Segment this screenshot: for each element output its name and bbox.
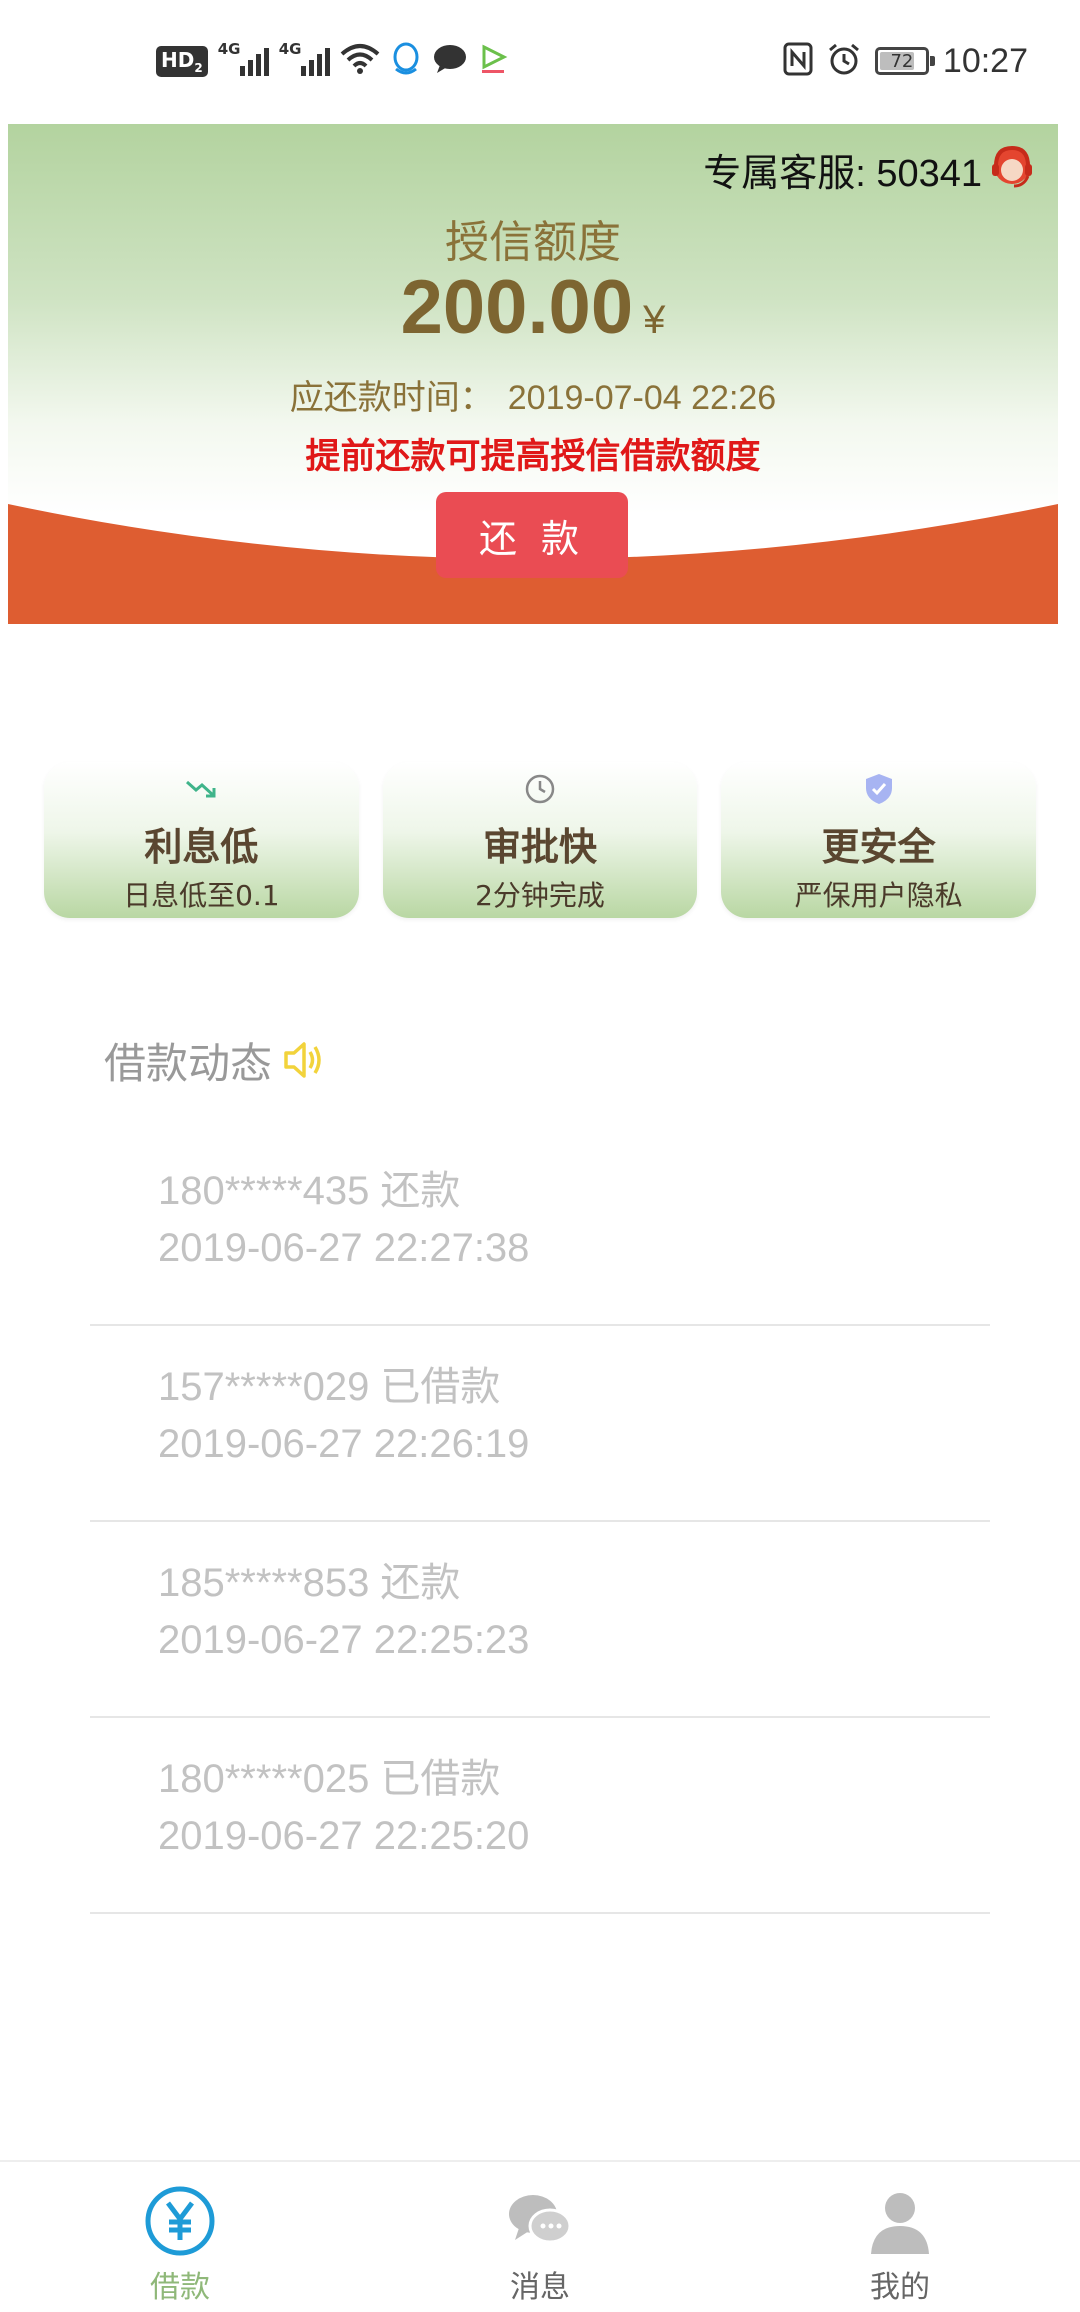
list-item: 180*****435 还款 2019-06-27 22:27:38: [90, 1130, 990, 1326]
qq-icon: [390, 41, 422, 81]
list-item: 180*****025 已借款 2019-06-27 22:25:20: [90, 1718, 990, 1914]
credit-amount-value: 200.00: [400, 265, 634, 350]
feed-item-text: 180*****025 已借款: [158, 1757, 501, 1801]
nfc-icon: [783, 42, 813, 80]
feed-item-time: 2019-06-27 22:26:19: [158, 1422, 530, 1466]
hd-voice-icon: HD2: [156, 45, 208, 77]
customer-service-icon[interactable]: [988, 142, 1036, 192]
person-icon: [871, 2193, 929, 2254]
feed-item-time: 2019-06-27 22:25:20: [158, 1814, 530, 1858]
credit-hero-banner: 专属客服: 50341 授信额度 200.00 ¥ 应还款时间： 2019-07-0…: [8, 124, 1058, 624]
video-app-icon: [478, 43, 508, 79]
battery-icon: 72: [874, 47, 935, 75]
promo-text: 提前还款可提高授信借款额度: [305, 437, 761, 477]
trend-down-icon: [186, 780, 216, 798]
currency-symbol: ¥: [643, 298, 666, 342]
tab-label: 消息: [510, 2270, 570, 2305]
feature-title: 利息低: [144, 825, 259, 869]
feature-subtitle: 严保用户隐私: [794, 879, 963, 912]
feature-subtitle: 日息低至0.1: [123, 879, 280, 912]
due-date-value: 2019-07-04 22:26: [507, 379, 777, 417]
loan-feed-title: 借款动态: [104, 1038, 273, 1088]
shield-check-icon: [865, 774, 892, 804]
status-bar: HD2 4G 4G 72 10:27: [0, 0, 1080, 122]
signal-icon-2: 4G: [279, 40, 330, 76]
list-item: 185*****853 还款 2019-06-27 22:25:23: [90, 1522, 990, 1718]
loan-feed-header: 借款动态: [104, 1030, 328, 1090]
chat-bubbles-icon: [509, 2195, 572, 2244]
signal-icon: 4G: [218, 40, 269, 76]
tab-label: 我的: [870, 2270, 930, 2305]
feature-card-safer: 更安全 严保用户隐私: [721, 762, 1037, 918]
feed-item-text: 180*****435 还款: [158, 1169, 461, 1213]
feature-title: 审批快: [483, 825, 598, 869]
status-bar-left: HD2 4G 4G: [156, 36, 508, 86]
message-icon: [432, 43, 468, 79]
customer-service-label[interactable]: 专属客服: 50341: [703, 142, 982, 197]
status-bar-right: 72 10:27: [783, 36, 1028, 86]
due-date-label: 应还款时间：: [289, 378, 494, 418]
feed-item-time: 2019-06-27 22:27:38: [158, 1226, 530, 1270]
tab-loan[interactable]: 借款: [80, 2162, 280, 2312]
due-date-line: 应还款时间： 2019-07-04 22:26: [8, 370, 1058, 419]
feed-item-text: 157*****029 已借款: [158, 1365, 501, 1409]
tab-messages[interactable]: 消息: [440, 2162, 640, 2312]
yen-circle-icon: [145, 2186, 215, 2256]
status-clock: 10:27: [942, 41, 1028, 80]
list-item: 157*****029 已借款 2019-06-27 22:26:19: [90, 1326, 990, 1522]
tab-label: 借款: [150, 2270, 210, 2305]
feature-card-low-interest: 利息低 日息低至0.1: [44, 762, 359, 918]
feed-item-time: 2019-06-27 22:25:23: [158, 1618, 530, 1662]
feature-cards: 利息低 日息低至0.1 审批快 2分钟完成 更安全 严保用户隐私: [44, 762, 1037, 918]
tab-profile[interactable]: 我的: [800, 2162, 1000, 2312]
credit-limit-amount: 200.00 ¥: [8, 264, 1058, 351]
feature-subtitle: 2分钟完成: [475, 879, 605, 912]
feature-title: 更安全: [821, 825, 936, 869]
wifi-icon: [340, 42, 380, 80]
feature-card-fast-approval: 审批快 2分钟完成: [382, 762, 698, 918]
credit-limit-title: 授信额度: [445, 217, 621, 268]
speaker-icon: [284, 1042, 321, 1078]
clock-icon: [525, 774, 555, 804]
repay-button[interactable]: 还 款: [436, 492, 628, 578]
feed-item-text: 185*****853 还款: [158, 1561, 461, 1605]
bottom-tab-bar: 借款 消息 我的: [0, 2160, 1080, 2312]
alarm-icon: [827, 42, 861, 80]
loan-feed-list: 180*****435 还款 2019-06-27 22:27:38 157**…: [90, 1130, 990, 1914]
